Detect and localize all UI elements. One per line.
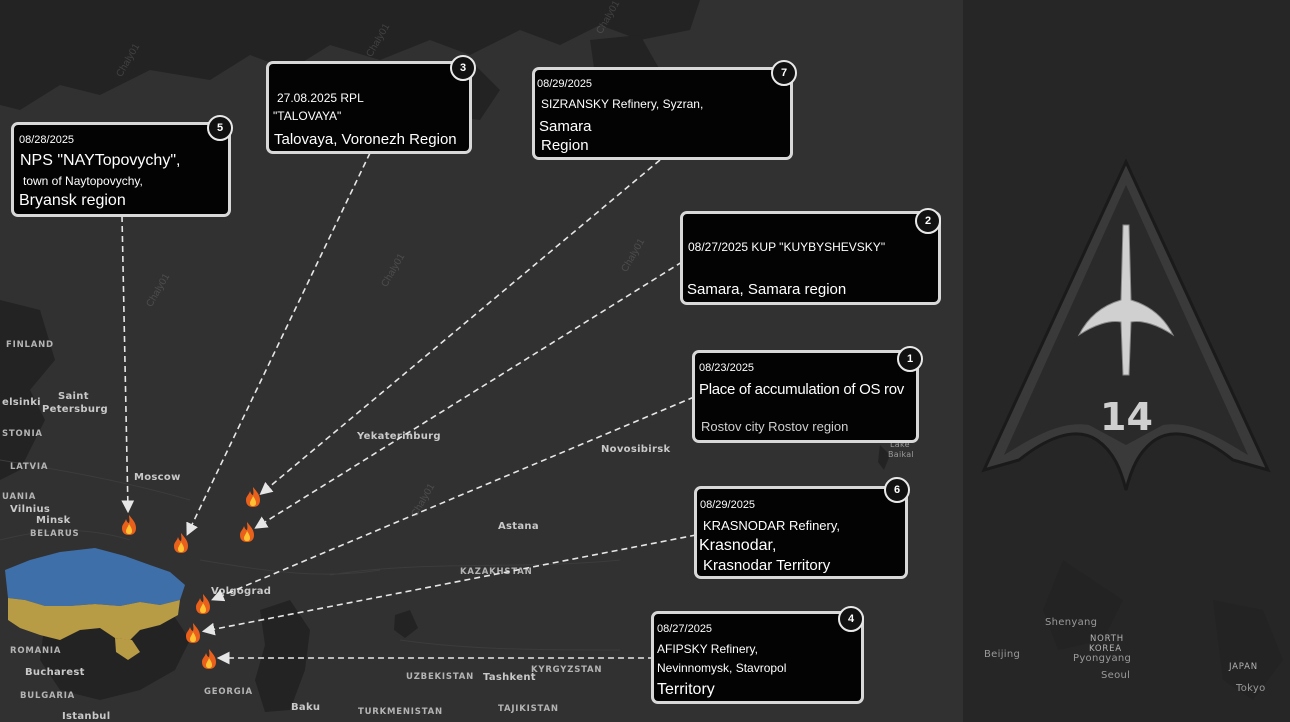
card-region: Region [541, 137, 589, 154]
card-region: Territory [657, 681, 715, 698]
badge-1: 1 [897, 346, 923, 372]
card-city: Nevinnomysk, Stavropol [657, 661, 787, 675]
fire-icon [202, 649, 216, 669]
arrow-2 [254, 261, 683, 529]
card-region: Krasnodar Territory [703, 557, 831, 574]
badge-4: 4 [838, 606, 864, 632]
strike-card-4: 08/27/2025 AFIPSKY Refinery, Nevinnomysk… [651, 611, 864, 704]
card-title: Place of accumulation of OS rov [699, 381, 904, 398]
strike-card-3: 27.08.2025 RPL "TALOVAYA" Talovaya, Voro… [266, 61, 472, 154]
strike-card-2: 08/27/2025 KUP "KUYBYSHEVSKY" Samara, Sa… [680, 211, 941, 305]
card-date: 27.08.2025 RPL [277, 91, 364, 105]
card-title: NPS "NAYTopovychy", [20, 152, 181, 169]
strike-card-7: 08/29/2025 SIZRANSKY Refinery, Syzran, S… [532, 67, 793, 160]
card-subtitle: town of Naytopovychy, [23, 174, 143, 188]
badge-7: 7 [771, 60, 797, 86]
card-date: 08/27/2025 KUP "KUYBYSHEVSKY" [688, 240, 886, 254]
arrow-7 [259, 159, 661, 496]
card-region: Rostov city Rostov region [701, 419, 849, 434]
fire-icon [240, 522, 254, 542]
card-title: SIZRANSKY Refinery, Syzran, [541, 97, 704, 111]
fire-icon [122, 515, 136, 535]
card-date: 08/23/2025 [699, 362, 755, 374]
card-title: KRASNODAR Refinery, [703, 518, 841, 533]
arrow-1 [211, 396, 695, 602]
card-city: Krasnodar, [699, 537, 777, 554]
badge-3: 3 [450, 55, 476, 81]
badge-2: 2 [915, 208, 941, 234]
map-infographic: Chaly01 Chaly01 Chaly01 Chaly01 Chaly01 … [0, 0, 1290, 722]
card-date: 08/29/2025 [700, 499, 756, 511]
fire-icon [186, 623, 200, 643]
card-date: 08/28/2025 [19, 134, 75, 146]
arrow-6 [201, 534, 697, 636]
fire-icon [174, 533, 188, 553]
badge-6: 6 [884, 477, 910, 503]
strike-card-5: 08/28/2025 NPS "NAYTopovychy", town of N… [11, 122, 231, 217]
card-region: Bryansk region [19, 192, 126, 209]
card-region: Talovaya, Voronezh Region [274, 131, 457, 148]
fire-icon [246, 487, 260, 507]
badge-5: 5 [207, 115, 233, 141]
strike-card-1: 08/23/2025 Place of accumulation of OS r… [692, 350, 919, 443]
card-region: Samara, Samara region [687, 281, 847, 298]
strike-card-6: 08/29/2025 KRASNODAR Refinery, Krasnodar… [694, 486, 908, 579]
card-date: 08/29/2025 [537, 78, 593, 90]
arrow-5 [121, 215, 135, 514]
card-date: 08/27/2025 [657, 623, 713, 635]
card-city: Samara [539, 118, 592, 135]
card-title: AFIPSKY Refinery, [657, 642, 758, 656]
fire-icon [196, 594, 210, 614]
card-title: "TALOVAYA" [273, 109, 342, 123]
